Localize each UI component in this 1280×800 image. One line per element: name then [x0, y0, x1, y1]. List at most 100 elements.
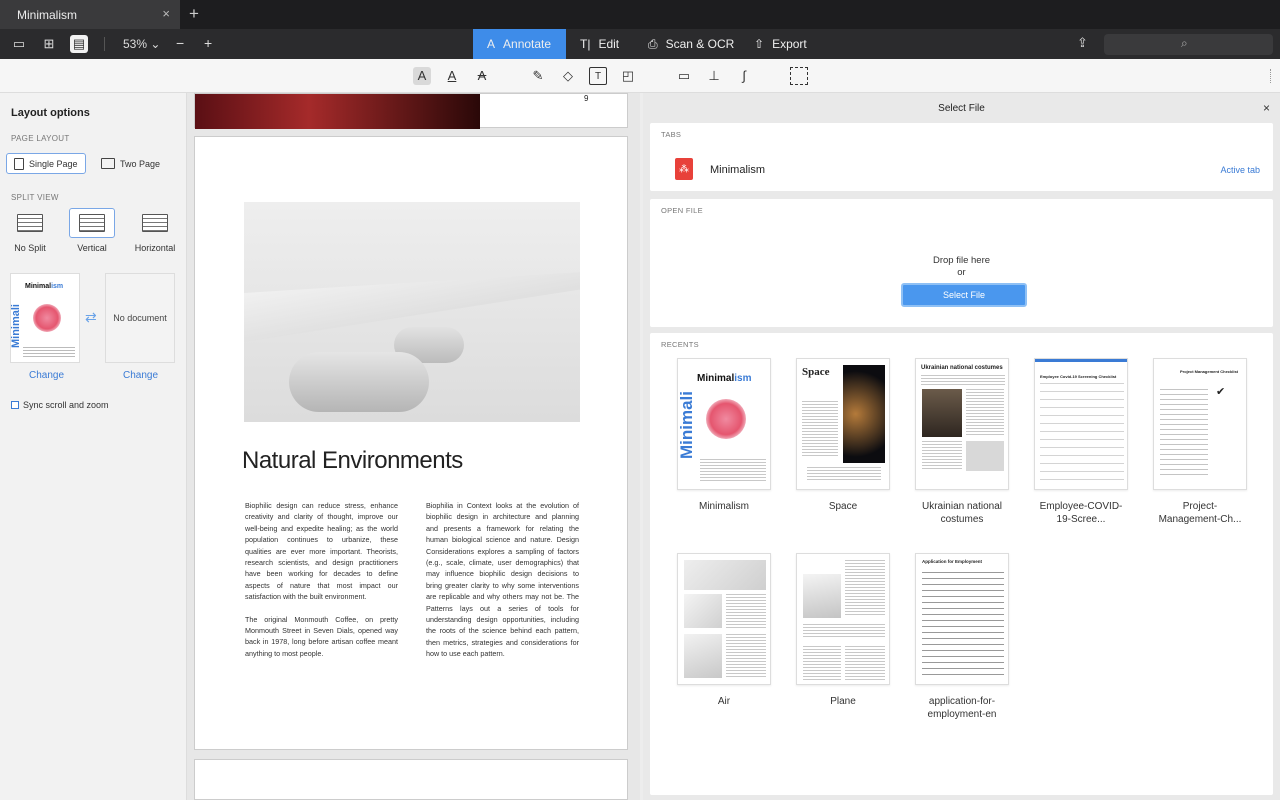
- recent-file-employee-covid[interactable]: Employee Covid-19 Screening Checklist: [1034, 358, 1128, 490]
- previous-page-image: [195, 94, 480, 129]
- zoom-value: 53%: [123, 37, 148, 51]
- planet-image: [843, 365, 885, 463]
- grid-view-icon[interactable]: ⊞: [40, 35, 58, 53]
- sync-scroll-checkbox[interactable]: Sync scroll and zoom: [11, 400, 109, 410]
- pen-icon[interactable]: ✎: [529, 67, 547, 85]
- thumb-text-lines: [726, 594, 766, 628]
- recent-file-label[interactable]: Project-Management-Ch...: [1153, 500, 1247, 526]
- select-file-button[interactable]: Select File: [901, 283, 1027, 307]
- new-tab-icon[interactable]: +: [186, 4, 202, 24]
- layout-options-sidebar: Layout options PAGE LAYOUT Single Page T…: [0, 93, 187, 800]
- document-viewer[interactable]: 9 Natural Environments Biophilic design …: [187, 93, 640, 800]
- text-strike-icon[interactable]: A: [473, 67, 491, 85]
- next-page: [194, 759, 628, 800]
- scan-icon: ⎙: [648, 36, 658, 51]
- sidebar-toggle-icon[interactable]: ▭: [10, 35, 28, 53]
- close-tab-icon[interactable]: ×: [162, 6, 170, 21]
- recent-file-application-for-employment[interactable]: Application for Employment: [915, 553, 1009, 685]
- recent-file-minimalism[interactable]: Minimalism Minimali: [677, 358, 771, 490]
- thumb-text-lines: [726, 634, 766, 678]
- zoom-out-button[interactable]: −: [176, 35, 184, 51]
- text-box-icon[interactable]: T: [589, 67, 607, 85]
- vertical-split-icon: [79, 214, 105, 232]
- selection-icon[interactable]: [790, 67, 808, 85]
- thumb-image: [966, 441, 1004, 471]
- swap-documents-icon[interactable]: ⇄: [85, 309, 97, 326]
- thumb-checklist-lines: [1160, 389, 1208, 479]
- paragraph: Biophilic design can reduce stress, enha…: [245, 501, 398, 602]
- recent-file-label[interactable]: Space: [783, 500, 903, 513]
- thumb-image: [684, 594, 722, 628]
- recent-file-plane[interactable]: [796, 553, 890, 685]
- secondary-document-slot[interactable]: No document: [105, 273, 175, 363]
- mode-annotate[interactable]: A Annotate: [473, 29, 566, 59]
- thumb-text-lines: [807, 467, 881, 481]
- recent-file-label[interactable]: Employee-COVID-19-Scree...: [1034, 500, 1128, 526]
- drop-zone[interactable]: Drop file here or: [650, 255, 1273, 279]
- previous-page: 9: [194, 93, 628, 129]
- search-input[interactable]: ⌕: [1104, 34, 1273, 55]
- tabs-card: TABS ⁂ Minimalism Active tab: [650, 123, 1273, 191]
- thumb-title-a: Minimal: [697, 373, 735, 384]
- share-icon[interactable]: ⇪: [1077, 35, 1088, 51]
- text-underline-icon[interactable]: A: [443, 67, 461, 85]
- text-column-left: Biophilic design can reduce stress, enha…: [245, 500, 398, 670]
- thumb-text-lines: [845, 560, 885, 616]
- vertical-split-button[interactable]: [69, 208, 115, 238]
- primary-document-thumbnail[interactable]: Minimalism Minimali: [10, 273, 80, 363]
- close-icon[interactable]: ×: [1263, 101, 1270, 115]
- layout-view-icon[interactable]: ▤: [70, 35, 88, 53]
- sync-label: Sync scroll and zoom: [23, 400, 109, 410]
- current-page: Natural Environments Biophilic design ca…: [194, 136, 628, 750]
- thumb-title: Project Management Checklist: [1180, 369, 1239, 374]
- shapes-icon[interactable]: ◰: [619, 67, 637, 85]
- doc1-text-lines: [23, 347, 75, 359]
- thumb-title: Application for Employment: [922, 559, 983, 564]
- toolbar-divider: [104, 37, 105, 51]
- annotate-toolbar: A A A ✎ ◇ T ◰ ▭ ⊥ ∫: [0, 59, 1280, 93]
- mode-scan-ocr[interactable]: ⎙ Scan & OCR: [634, 29, 748, 59]
- thumb-title: Minimalism: [697, 373, 751, 384]
- zoom-dropdown[interactable]: 53% ⌄: [123, 37, 160, 51]
- split-view-label: SPLIT VIEW: [11, 193, 59, 202]
- mode-export[interactable]: ⇧ Export: [740, 29, 821, 59]
- single-page-icon: [14, 157, 24, 170]
- eraser-icon[interactable]: ◇: [559, 67, 577, 85]
- recent-file-label[interactable]: Minimalism: [664, 500, 784, 513]
- mode-edit[interactable]: T| Edit: [566, 29, 633, 59]
- document-tab[interactable]: Minimalism ×: [0, 0, 180, 29]
- stamp-icon[interactable]: ⊥: [705, 67, 723, 85]
- checkmark-icon: ✔: [1216, 386, 1226, 398]
- open-tab-name[interactable]: Minimalism: [710, 164, 765, 176]
- zoom-in-button[interactable]: +: [204, 35, 212, 51]
- page-layout-label: PAGE LAYOUT: [11, 134, 70, 143]
- recent-file-label[interactable]: Plane: [783, 695, 903, 708]
- main-toolbar: ▭ ⊞ ▤ 53% ⌄ − + A Annotate T| Edit ⎙ Scan &…: [0, 29, 1280, 59]
- thumb-text-lines: [803, 624, 885, 638]
- recent-file-project-management[interactable]: Project Management Checklist ✔: [1153, 358, 1247, 490]
- comment-icon[interactable]: ▭: [675, 67, 693, 85]
- text-highlight-icon[interactable]: A: [413, 67, 431, 85]
- horizontal-split-icon: [142, 214, 168, 232]
- single-page-button[interactable]: Single Page: [6, 153, 86, 174]
- recents-card: RECENTS Minimalism Minimali Space Ukrain…: [650, 333, 1273, 795]
- change-secondary-link[interactable]: Change: [123, 370, 158, 381]
- no-split-button[interactable]: [10, 208, 50, 238]
- recent-file-ukrainian-costumes[interactable]: Ukrainian national costumes: [915, 358, 1009, 490]
- search-icon: ⌕: [1181, 36, 1188, 50]
- recent-file-space[interactable]: Space: [796, 358, 890, 490]
- panel-resize-handle[interactable]: [1270, 69, 1272, 83]
- recent-file-label[interactable]: Ukrainian national costumes: [902, 500, 1022, 526]
- doc1-title-b: ism: [51, 283, 64, 290]
- two-page-button[interactable]: Two Page: [94, 153, 167, 174]
- open-file-label: OPEN FILE: [661, 206, 703, 215]
- recent-file-label[interactable]: application-for-employment-en: [912, 695, 1012, 721]
- recent-file-label[interactable]: Air: [664, 695, 784, 708]
- thumb-title: Ukrainian national costumes: [921, 365, 1003, 371]
- recent-file-air[interactable]: [677, 553, 771, 685]
- tabs-label: TABS: [661, 130, 682, 139]
- horizontal-split-button[interactable]: [135, 208, 175, 238]
- change-primary-link[interactable]: Change: [29, 370, 64, 381]
- export-icon: ⇧: [754, 37, 765, 51]
- signature-icon[interactable]: ∫: [735, 67, 753, 85]
